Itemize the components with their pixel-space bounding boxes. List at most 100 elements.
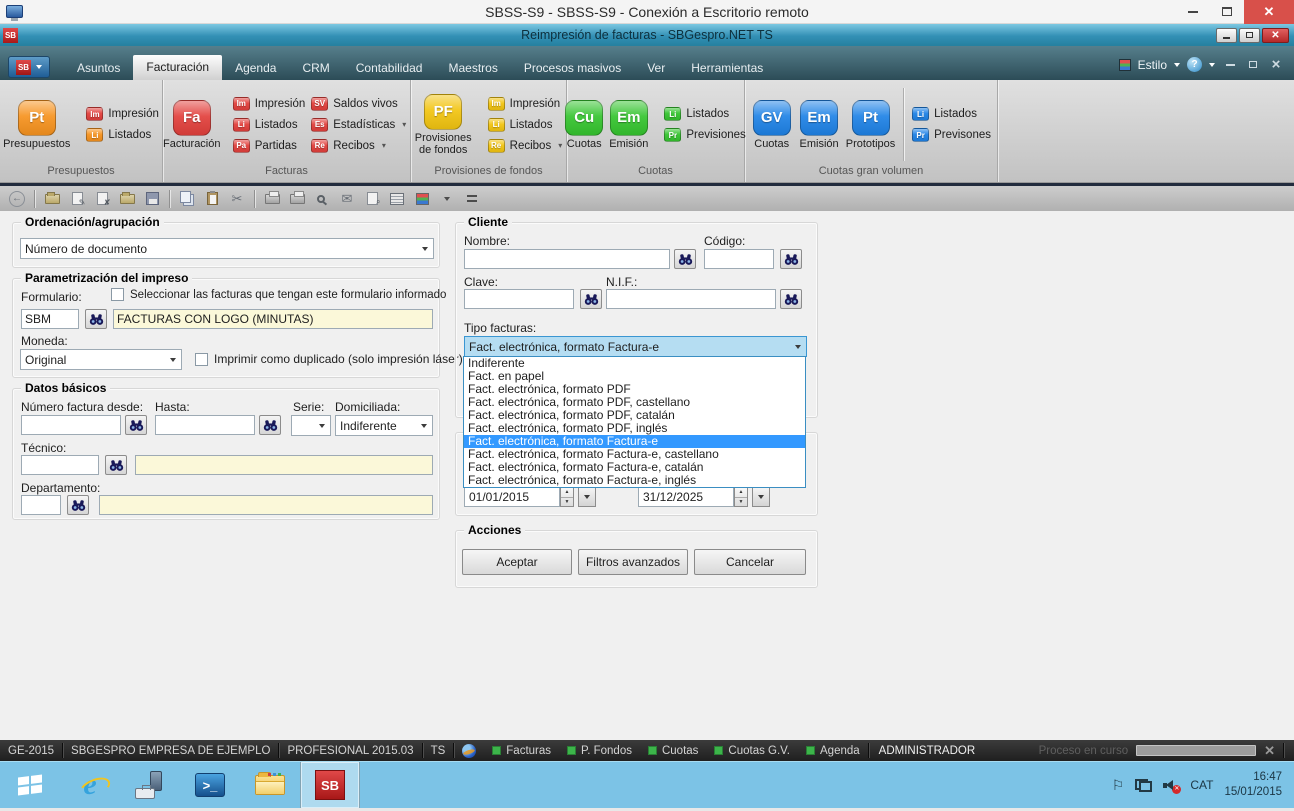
facturacion-button[interactable]: Fa Facturación bbox=[167, 100, 217, 150]
back-icon[interactable] bbox=[6, 189, 28, 209]
gv-previsiones-button[interactable]: Pr Previsones bbox=[912, 128, 991, 142]
aceptar-button[interactable]: Aceptar bbox=[462, 549, 572, 575]
fecha-hasta-field[interactable]: 31/12/2025 bbox=[638, 487, 734, 507]
print-preview-icon[interactable] bbox=[286, 189, 308, 209]
tab-contabilidad[interactable]: Contabilidad bbox=[343, 56, 436, 80]
clock[interactable]: 16:47 15/01/2015 bbox=[1224, 770, 1282, 800]
clave-input[interactable] bbox=[464, 289, 574, 309]
nif-search-button[interactable] bbox=[780, 289, 802, 309]
sb-application-menu-button[interactable]: SB bbox=[8, 56, 50, 78]
mdi-minimize-button[interactable] bbox=[1222, 58, 1238, 72]
dropdown-option[interactable]: Fact. electrónica, formato Factura-e, in… bbox=[464, 474, 805, 487]
dropdown-option[interactable]: Fact. electrónica, formato PDF, castella… bbox=[464, 396, 805, 409]
fecha-desde-field[interactable]: 01/01/2015 bbox=[464, 487, 560, 507]
presupuestos-button[interactable]: Pt Presupuestos bbox=[3, 100, 70, 150]
fecha-hasta-spinner[interactable]: ▲▼ bbox=[734, 487, 748, 507]
collapse-toolbar-icon[interactable] bbox=[461, 189, 483, 209]
tab-agenda[interactable]: Agenda bbox=[222, 56, 289, 80]
rdp-minimize-button[interactable] bbox=[1176, 0, 1210, 24]
factura-hasta-search-button[interactable] bbox=[259, 415, 281, 435]
tab-crm[interactable]: CRM bbox=[289, 56, 342, 80]
facturas-recibos-button[interactable]: Re Recibos bbox=[311, 139, 406, 153]
codigo-input[interactable] bbox=[704, 249, 774, 269]
dropdown-option[interactable]: Indiferente bbox=[464, 357, 805, 370]
departamento-input[interactable] bbox=[21, 495, 61, 515]
moneda-combobox[interactable]: Original bbox=[20, 349, 182, 370]
formulario-input[interactable] bbox=[21, 309, 79, 329]
language-indicator[interactable]: CAT bbox=[1190, 778, 1213, 792]
dropdown-option[interactable]: Fact. electrónica, formato PDF, inglés bbox=[464, 422, 805, 435]
grid-view-icon[interactable] bbox=[386, 189, 408, 209]
clave-search-button[interactable] bbox=[580, 289, 602, 309]
dropdown-option[interactable]: Fact. electrónica, formato Factura-e, ca… bbox=[464, 461, 805, 474]
action-center-flag-icon[interactable] bbox=[1112, 777, 1125, 794]
dropdown-option[interactable]: Fact. en papel bbox=[464, 370, 805, 383]
tab-facturacion[interactable]: Facturación bbox=[133, 55, 222, 80]
cuotas-emision-button[interactable]: Em Emisión bbox=[609, 100, 648, 150]
tecnico-input[interactable] bbox=[21, 455, 99, 475]
cancelar-button[interactable]: Cancelar bbox=[694, 549, 806, 575]
delete-document-icon[interactable]: ✘ bbox=[91, 189, 113, 209]
gv-listados-button[interactable]: Li Listados bbox=[912, 107, 991, 121]
mdi-restore-button[interactable] bbox=[1245, 58, 1261, 72]
factura-hasta-input[interactable] bbox=[155, 415, 255, 435]
fecha-hasta-calendar-button[interactable] bbox=[752, 487, 770, 507]
tab-herramientas[interactable]: Herramientas bbox=[678, 56, 776, 80]
theme-dropdown-icon[interactable] bbox=[436, 189, 458, 209]
tab-asuntos[interactable]: Asuntos bbox=[64, 56, 133, 80]
copy-icon[interactable] bbox=[176, 189, 198, 209]
facturas-impresion-button[interactable]: Im Impresión bbox=[233, 97, 306, 111]
facturas-partidas-button[interactable]: Pa Partidas bbox=[233, 139, 306, 153]
mail-icon[interactable]: ✉ bbox=[336, 189, 358, 209]
network-icon[interactable] bbox=[1135, 779, 1152, 792]
gv-cuotas-button[interactable]: GV Cuotas bbox=[751, 100, 792, 150]
facturas-listados-button[interactable]: Li Listados bbox=[233, 118, 306, 132]
check-duplicado[interactable]: Imprimir como duplicado (solo impresión … bbox=[195, 352, 463, 366]
tipo-facturas-combobox[interactable]: Fact. electrónica, formato Factura-e bbox=[464, 336, 807, 357]
fecha-desde-calendar-button[interactable] bbox=[578, 487, 596, 507]
rdp-maximize-button[interactable] bbox=[1210, 0, 1244, 24]
app-close-button[interactable]: ✕ bbox=[1262, 28, 1289, 43]
theme-icon[interactable] bbox=[411, 189, 433, 209]
open-folder-icon[interactable] bbox=[41, 189, 63, 209]
file-explorer-button[interactable] bbox=[240, 762, 300, 808]
provisiones-recibos-button[interactable]: Re Recibos bbox=[488, 139, 563, 153]
presupuestos-listados-button[interactable]: Li Listados bbox=[86, 128, 159, 142]
factura-desde-input[interactable] bbox=[21, 415, 121, 435]
nombre-search-button[interactable] bbox=[674, 249, 696, 269]
codigo-search-button[interactable] bbox=[780, 249, 802, 269]
find-document-icon[interactable] bbox=[311, 189, 333, 209]
sbgespro-taskbar-button[interactable]: SB bbox=[300, 762, 360, 808]
edit-document-icon[interactable]: ✎ bbox=[66, 189, 88, 209]
serie-combobox[interactable] bbox=[291, 415, 331, 436]
fecha-desde-spinner[interactable]: ▲▼ bbox=[560, 487, 574, 507]
paste-icon[interactable] bbox=[201, 189, 223, 209]
presupuestos-impresion-button[interactable]: Im Impresión bbox=[86, 107, 159, 121]
powershell-button[interactable] bbox=[180, 762, 240, 808]
speaker-muted-icon[interactable] bbox=[1163, 779, 1179, 792]
dropdown-option[interactable]: Fact. electrónica, formato PDF, catalán bbox=[464, 409, 805, 422]
dropdown-option-selected[interactable]: Fact. electrónica, formato Factura-e bbox=[464, 435, 805, 448]
tecnico-search-button[interactable] bbox=[105, 455, 127, 475]
chevron-down-icon[interactable] bbox=[1209, 63, 1215, 67]
mdi-close-button[interactable] bbox=[1268, 58, 1284, 72]
provisiones-impresion-button[interactable]: Im Impresión bbox=[488, 97, 563, 111]
tab-procesos-masivos[interactable]: Procesos masivos bbox=[511, 56, 634, 80]
provisiones-listados-button[interactable]: Li Listados bbox=[488, 118, 563, 132]
departamento-search-button[interactable] bbox=[67, 495, 89, 515]
dropdown-option[interactable]: Fact. electrónica, formato Factura-e, ca… bbox=[464, 448, 805, 461]
report-icon[interactable]: ⌕ bbox=[361, 189, 383, 209]
tab-ver[interactable]: Ver bbox=[634, 56, 678, 80]
app-restore-button[interactable] bbox=[1239, 28, 1260, 43]
estilo-menu[interactable]: Estilo bbox=[1138, 58, 1167, 72]
cancel-process-icon[interactable]: ✕ bbox=[1264, 743, 1275, 759]
ordenacion-combobox[interactable]: Número de documento bbox=[20, 238, 434, 259]
gv-prototipos-button[interactable]: Pt Prototipos bbox=[846, 100, 896, 150]
print-icon[interactable] bbox=[261, 189, 283, 209]
import-document-icon[interactable] bbox=[116, 189, 138, 209]
provisiones-fondos-button[interactable]: PF Provisiones de fondos bbox=[415, 94, 472, 156]
start-button[interactable] bbox=[0, 762, 60, 808]
help-icon[interactable] bbox=[1187, 57, 1202, 72]
nif-input[interactable] bbox=[606, 289, 776, 309]
save-icon[interactable] bbox=[141, 189, 163, 209]
